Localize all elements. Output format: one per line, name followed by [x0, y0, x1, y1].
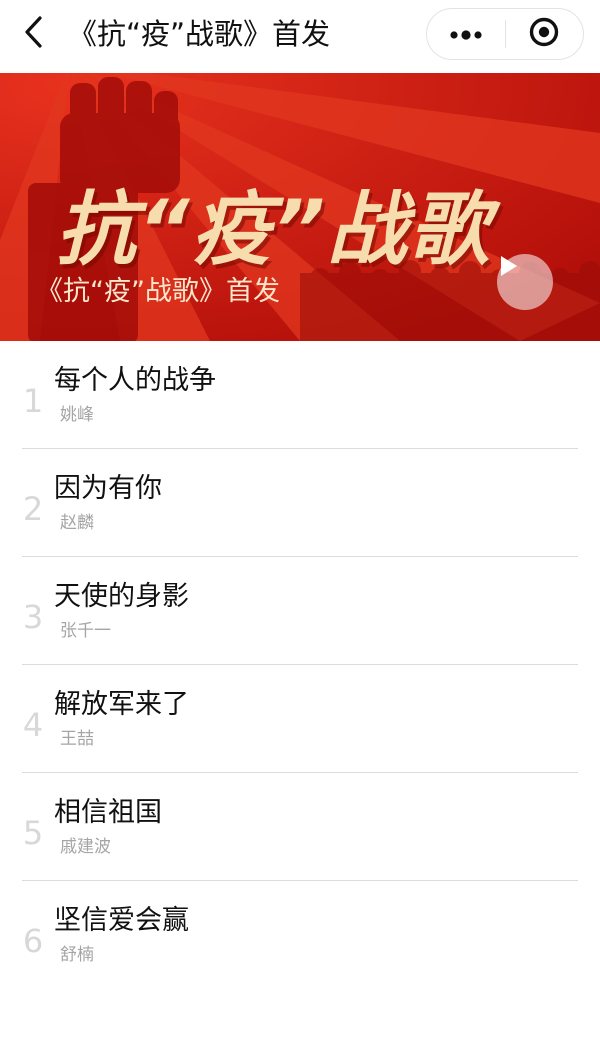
song-list: 1 每个人的战争 姚峰 2 因为有你 赵麟 3 天使的身影 张千一 4 解放军来…: [0, 341, 600, 989]
song-artist: 戚建波: [60, 837, 111, 857]
song-index: 2: [22, 490, 44, 528]
close-mini-program-button[interactable]: [506, 8, 584, 60]
song-item[interactable]: 3 天使的身影 张千一: [0, 557, 600, 665]
song-item[interactable]: 1 每个人的战争 姚峰: [0, 341, 600, 449]
song-artist: 姚峰: [60, 405, 94, 425]
song-artist: 王喆: [60, 729, 94, 749]
mini-program-capsule: [426, 8, 584, 60]
song-title: 天使的身影: [54, 581, 189, 612]
target-circle-icon: [528, 16, 560, 52]
song-index: 5: [22, 814, 44, 852]
play-button[interactable]: [497, 254, 553, 310]
banner-headline: 抗“疫”战歌: [56, 183, 492, 276]
more-button[interactable]: [427, 8, 505, 60]
more-dots-icon: [449, 25, 483, 44]
page-title: 《抗“疫”战歌》首发: [68, 17, 331, 51]
song-index: 1: [22, 382, 44, 420]
nav-bar: 《抗“疫”战歌》首发: [0, 0, 600, 73]
song-item[interactable]: 2 因为有你 赵麟: [0, 449, 600, 557]
hero-banner[interactable]: 抗“疫”战歌 《抗“疫”战歌》首发: [0, 73, 600, 341]
song-title: 因为有你: [54, 473, 162, 504]
song-index: 6: [22, 922, 44, 960]
song-index: 3: [22, 598, 44, 636]
song-title: 坚信爱会赢: [54, 905, 189, 936]
song-title: 相信祖国: [54, 797, 162, 828]
banner-subtitle: 《抗“疫”战歌》首发: [36, 276, 280, 307]
back-button[interactable]: [14, 14, 54, 54]
song-item[interactable]: 6 坚信爱会赢 舒楠: [0, 881, 600, 989]
song-title: 解放军来了: [54, 689, 189, 720]
song-artist: 张千一: [60, 621, 111, 641]
song-title: 每个人的战争: [54, 365, 216, 396]
song-artist: 赵麟: [60, 513, 94, 533]
chevron-left-icon: [22, 15, 46, 53]
song-index: 4: [22, 706, 44, 744]
song-item[interactable]: 5 相信祖国 戚建波: [0, 773, 600, 881]
song-artist: 舒楠: [60, 945, 94, 965]
song-item[interactable]: 4 解放军来了 王喆: [0, 665, 600, 773]
